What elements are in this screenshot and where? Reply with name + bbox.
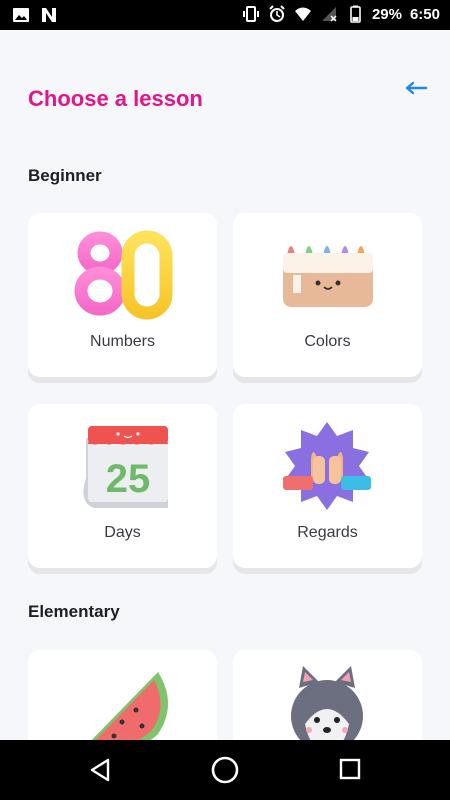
back-triangle-icon[interactable] xyxy=(86,756,114,784)
husky-dog-icon xyxy=(291,666,363,740)
recents-square-icon[interactable] xyxy=(338,757,362,781)
battery-percent: 29% xyxy=(371,5,402,23)
alarm-icon xyxy=(269,5,285,22)
lesson-card-watermelon[interactable] xyxy=(28,650,217,740)
page-title: Choose a lesson xyxy=(28,86,203,111)
lesson-card-numbers[interactable]: Numbers xyxy=(28,213,217,377)
crayon-box-icon xyxy=(283,246,373,307)
wifi-icon xyxy=(294,7,311,21)
lesson-card-dog[interactable] xyxy=(233,650,422,740)
lesson-screen: Choose a lesson Beginner Numbers Colors … xyxy=(0,30,450,740)
image-icon xyxy=(13,8,29,22)
high-five-badge-icon xyxy=(283,422,371,510)
vibrate-icon xyxy=(242,6,259,22)
lesson-label-regards: Regards xyxy=(297,524,358,541)
lesson-label-days: Days xyxy=(104,524,141,541)
status-bar: 29% 6:50 xyxy=(0,0,450,30)
lesson-card-regards[interactable]: Regards xyxy=(233,404,422,568)
signal-icon xyxy=(321,7,337,22)
section-title-beginner: Beginner xyxy=(28,166,102,185)
lesson-label-numbers: Numbers xyxy=(90,333,155,350)
clock-time: 6:50 xyxy=(409,5,440,23)
system-navigation-bar xyxy=(0,740,450,800)
arrow-left-icon[interactable] xyxy=(404,80,428,96)
watermelon-icon xyxy=(91,672,168,740)
n-app-icon xyxy=(42,8,56,22)
calendar-day-number: 25 xyxy=(106,457,151,501)
lesson-card-colors[interactable]: Colors xyxy=(233,213,422,377)
numbers-80-icon xyxy=(74,230,173,320)
home-circle-icon[interactable] xyxy=(210,755,240,785)
battery-icon xyxy=(350,5,361,23)
section-title-elementary: Elementary xyxy=(28,602,120,621)
calendar-25-icon: 25 xyxy=(83,426,168,508)
lesson-label-colors: Colors xyxy=(304,333,351,350)
lesson-card-days[interactable]: 25 Days xyxy=(28,404,217,568)
